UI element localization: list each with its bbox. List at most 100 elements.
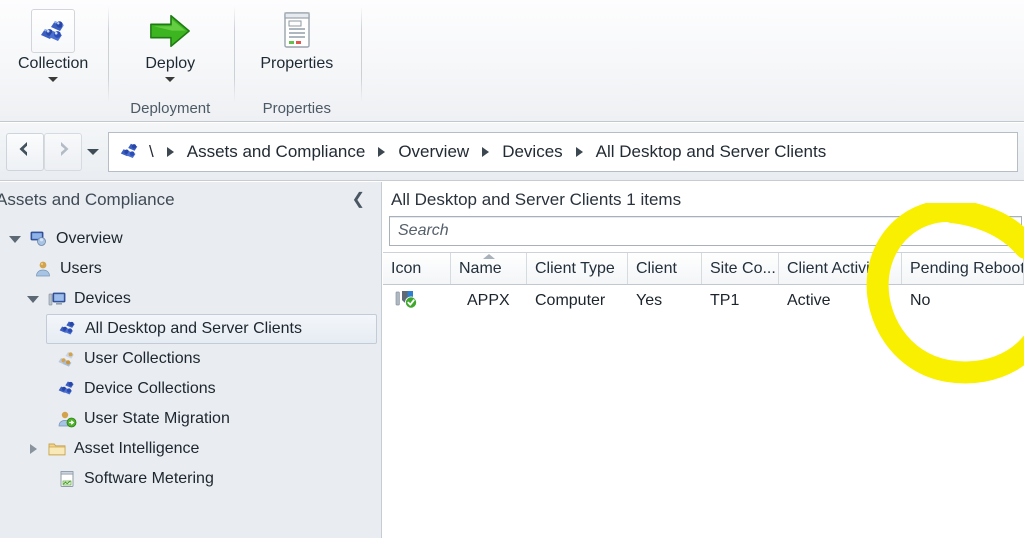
chevron-right-icon — [166, 146, 174, 157]
grid-header-row: Icon Name Client Type Client Site Co... … — [383, 252, 1024, 285]
navigation-buttons — [6, 132, 104, 171]
overview-icon — [26, 229, 52, 249]
sidebar: Assets and Compliance ❮ Overview Users D… — [0, 182, 382, 538]
user-state-migration-icon — [54, 409, 80, 429]
column-header-icon[interactable]: Icon — [383, 253, 451, 284]
column-header-label: Site Co... — [710, 259, 776, 277]
sidebar-item-label: Users — [60, 260, 102, 277]
twisty-closed-icon[interactable] — [22, 444, 44, 454]
sidebar-item-users[interactable]: Users — [0, 254, 381, 284]
sidebar-item-label: Overview — [56, 230, 123, 247]
chevron-down-icon — [87, 148, 99, 155]
sidebar-item-devices[interactable]: Devices — [0, 284, 381, 314]
page-title: All Desktop and Server Clients 1 items — [391, 190, 682, 209]
twisty-open-icon[interactable] — [22, 295, 44, 303]
cell-site-code: TP1 — [710, 292, 740, 309]
sidebar-item-label: Software Metering — [84, 470, 214, 487]
deploy-dropdown-caret[interactable] — [165, 76, 176, 82]
sidebar-item-label: User Collections — [84, 350, 201, 367]
twisty-open-icon[interactable] — [4, 235, 26, 243]
folder-icon — [44, 439, 70, 459]
deploy-button[interactable]: Deploy — [139, 6, 201, 82]
search-input[interactable]: Search — [389, 216, 1022, 246]
sidebar-item-all-desktop-and-server-clients[interactable]: All Desktop and Server Clients — [46, 314, 377, 344]
devices-grid: Icon Name Client Type Client Site Co... … — [383, 252, 1024, 317]
collection-button[interactable]: Collection — [12, 6, 94, 82]
ribbon-toolbar: Collection Deploy Deployment Properties … — [0, 0, 1024, 122]
column-header-label: Client Type — [535, 259, 615, 277]
column-header-client-type[interactable]: Client Type — [527, 253, 628, 284]
sidebar-item-user-state-migration[interactable]: User State Migration — [0, 404, 381, 434]
cell-icon — [383, 285, 451, 317]
column-header-site-code[interactable]: Site Co... — [702, 253, 779, 284]
column-header-name[interactable]: Name — [451, 253, 527, 284]
collection-icon — [55, 319, 81, 339]
breadcrumb-item-all-desktop-and-server-clients[interactable]: All Desktop and Server Clients — [590, 142, 833, 162]
collection-icon — [31, 9, 76, 53]
column-header-client[interactable]: Client — [628, 253, 702, 284]
device-collections-icon — [54, 379, 80, 399]
breadcrumb[interactable]: \ Assets and Compliance Overview Devices… — [108, 131, 1018, 172]
sidebar-item-user-collections[interactable]: User Collections — [0, 344, 381, 374]
user-collections-icon — [54, 349, 80, 369]
history-dropdown-button[interactable] — [82, 133, 104, 171]
sidebar-item-label: Asset Intelligence — [74, 440, 200, 457]
cell-pending-reboot: No — [910, 292, 931, 309]
breadcrumb-item-devices[interactable]: Devices — [496, 142, 568, 162]
forward-button[interactable] — [44, 132, 82, 171]
sidebar-item-label: Devices — [74, 290, 131, 307]
back-arrow-icon — [14, 138, 36, 165]
cell-client-activity: Active — [787, 292, 831, 309]
collection-icon — [117, 139, 143, 165]
cell-client: Yes — [636, 292, 663, 309]
chevron-right-icon — [482, 146, 490, 157]
sidebar-item-label: Device Collections — [84, 380, 216, 397]
table-row[interactable]: APPX Computer Yes TP1 Active No — [383, 285, 1024, 317]
client-ok-icon — [395, 288, 419, 315]
collection-dropdown-caret[interactable] — [48, 76, 59, 82]
users-icon — [30, 259, 56, 279]
chevron-right-icon — [575, 146, 583, 157]
software-metering-icon — [54, 469, 80, 489]
cell-client-type: Computer — [535, 292, 606, 309]
search-placeholder: Search — [398, 222, 449, 239]
sidebar-item-device-collections[interactable]: Device Collections — [0, 374, 381, 404]
chevron-left-icon[interactable]: ❮ — [346, 188, 371, 212]
ribbon-group-deployment-title: Deployment — [130, 100, 211, 117]
breadcrumb-item-root[interactable]: \ — [143, 142, 160, 162]
sort-ascending-icon — [482, 254, 495, 259]
address-bar: \ Assets and Compliance Overview Devices… — [0, 123, 1024, 181]
sidebar-title: Assets and Compliance — [0, 190, 175, 209]
breadcrumb-item-assets-and-compliance[interactable]: Assets and Compliance — [181, 142, 372, 162]
ribbon-group-collection: Collection — [0, 0, 108, 121]
ribbon-group-properties: Properties Properties — [234, 0, 361, 121]
navigation-tree: Overview Users Devices All Desktop and S… — [0, 218, 381, 494]
properties-button[interactable]: Properties — [254, 6, 339, 73]
cell-name: APPX — [467, 292, 510, 309]
chevron-right-icon — [378, 146, 386, 157]
deploy-button-label: Deploy — [145, 55, 196, 72]
sidebar-item-label: User State Migration — [84, 410, 230, 427]
column-header-client-activity[interactable]: Client Activity — [779, 253, 902, 284]
collection-button-label: Collection — [18, 55, 89, 72]
column-header-label: Pending Reboot — [910, 259, 1024, 277]
column-header-label: Icon — [391, 259, 422, 277]
forward-arrow-icon — [52, 138, 74, 165]
scc-console-window: Collection Deploy Deployment Properties … — [0, 0, 1024, 538]
main-content-pane: All Desktop and Server Clients 1 items S… — [383, 182, 1024, 538]
sidebar-header: Assets and Compliance ❮ — [0, 182, 381, 218]
sidebar-item-software-metering[interactable]: Software Metering — [0, 464, 381, 494]
ribbon-group-spacer — [361, 0, 1024, 121]
breadcrumb-item-overview[interactable]: Overview — [392, 142, 475, 162]
sidebar-item-overview[interactable]: Overview — [0, 224, 381, 254]
properties-icon — [275, 9, 319, 53]
column-header-pending-reboot[interactable]: Pending Reboot — [902, 253, 1024, 284]
sidebar-item-asset-intelligence[interactable]: Asset Intelligence — [0, 434, 381, 464]
column-header-label: Name — [459, 259, 502, 277]
devices-icon — [44, 289, 70, 309]
column-header-label: Client — [636, 259, 677, 277]
column-header-label: Client Activity — [787, 259, 883, 277]
ribbon-group-properties-title: Properties — [262, 100, 331, 117]
back-button[interactable] — [6, 132, 44, 171]
properties-button-label: Properties — [260, 55, 334, 72]
